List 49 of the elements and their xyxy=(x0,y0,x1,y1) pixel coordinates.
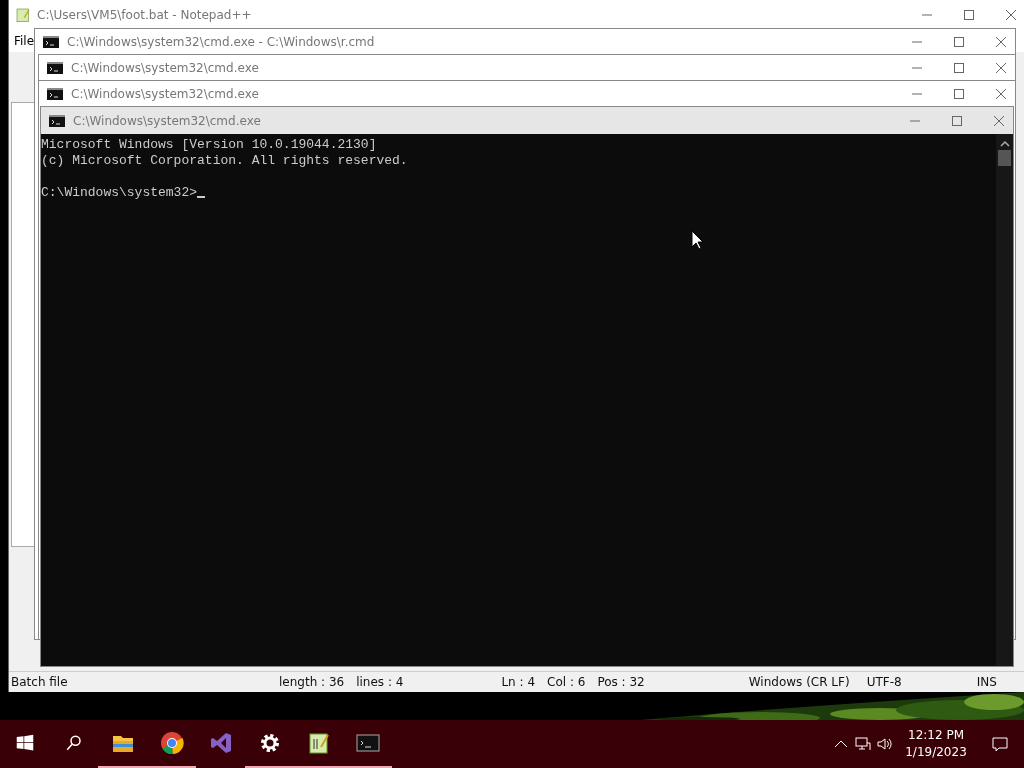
close-icon[interactable] xyxy=(995,87,1007,100)
console-icon xyxy=(47,61,63,74)
status-text: Col : 6 xyxy=(547,675,586,689)
notepad-icon xyxy=(15,7,31,23)
status-text: Batch file xyxy=(10,675,69,689)
console-prompt: C:\Windows\system32> xyxy=(41,185,198,201)
window-title: C:\Windows\system32\cmd.exe xyxy=(71,60,259,75)
close-icon[interactable] xyxy=(995,35,1007,48)
window-title: C:\Windows\system32\cmd.exe - C:\Windows\r.cmd xyxy=(67,34,375,49)
console-line: (c) Microsoft Corporation. All rights reserved. xyxy=(41,153,409,169)
console-icon[interactable] xyxy=(355,731,380,755)
clock-time[interactable]: 12:12 PM xyxy=(908,727,964,744)
close-icon[interactable] xyxy=(993,114,1005,127)
scroll-up-icon[interactable] xyxy=(999,140,1010,148)
network-icon[interactable] xyxy=(855,736,871,752)
console-icon xyxy=(49,114,65,127)
maximize-icon[interactable] xyxy=(953,61,965,74)
window-title: C:\Windows\system32\cmd.exe xyxy=(71,86,259,101)
scrollbar[interactable] xyxy=(996,134,1013,666)
menu-item[interactable]: File xyxy=(14,34,35,48)
status-text: Windows (CR LF) xyxy=(748,675,851,689)
notification-icon[interactable] xyxy=(992,736,1008,752)
status-text: INS xyxy=(975,675,997,689)
console-icon xyxy=(43,35,59,48)
windows-logo-icon xyxy=(15,734,34,752)
status-text: Ln : 4 xyxy=(501,675,536,689)
maximize-icon[interactable] xyxy=(953,87,965,100)
search-icon xyxy=(64,734,83,752)
status-text: Pos : 32 xyxy=(597,675,645,689)
maximize-icon[interactable] xyxy=(953,35,965,48)
clock-date[interactable]: 1/19/2023 xyxy=(905,744,967,761)
maximize-icon[interactable] xyxy=(951,114,963,127)
console-line: Microsoft Windows [Version 10.0.19044.2130] xyxy=(41,137,378,153)
mouse-pointer-icon xyxy=(691,230,704,250)
volume-icon[interactable] xyxy=(877,736,893,752)
window-title: C:\Users\VM5\foot.bat - Notepad++ xyxy=(37,8,252,22)
notepad-icon[interactable] xyxy=(306,731,331,755)
status-text: length : 36 xyxy=(279,675,345,689)
browser-icon[interactable] xyxy=(159,731,184,755)
maximize-icon[interactable] xyxy=(963,9,975,21)
status-text: UTF-8 xyxy=(865,675,903,689)
scroll-thumb[interactable] xyxy=(998,150,1011,166)
infinity-icon[interactable] xyxy=(208,731,233,755)
close-icon[interactable] xyxy=(995,61,1007,74)
console-icon xyxy=(47,87,63,100)
status-text: lines : 4 xyxy=(356,675,404,689)
close-icon[interactable] xyxy=(1005,9,1017,21)
text-cursor xyxy=(197,196,206,198)
window-title: C:\Windows\system32\cmd.exe xyxy=(73,113,261,128)
